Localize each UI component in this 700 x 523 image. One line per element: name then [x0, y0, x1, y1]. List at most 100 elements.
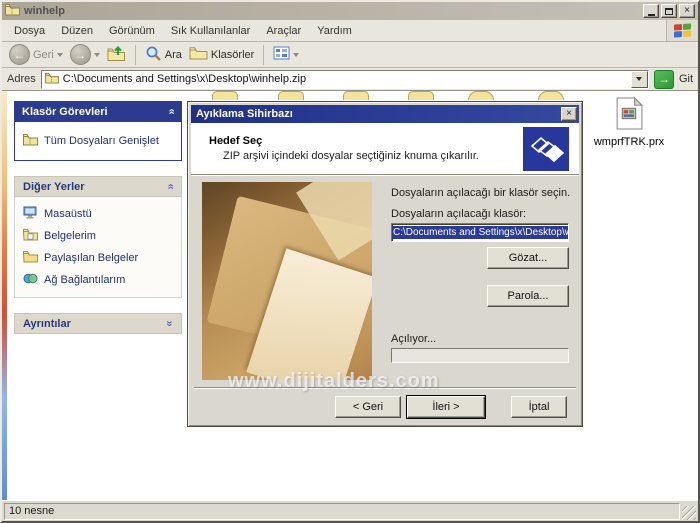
progress-label: Açılıyor... [391, 333, 436, 345]
address-input[interactable]: C:\Documents and Settings\x\Desktop\winh… [41, 70, 649, 89]
back-label: Geri [33, 49, 54, 61]
search-button[interactable]: Ara [143, 45, 184, 65]
menu-sik-kullanilanlar[interactable]: Sık Kullanılanlar [163, 22, 259, 40]
sidebar-item-label: Masaüstü [44, 208, 92, 220]
wizard-folders-icon [523, 127, 569, 171]
panel-folder-tasks: Klasör Görevleri « Tüm Dosyaları Genişle… [14, 101, 182, 161]
hidden-file-icon [468, 91, 494, 100]
go-button[interactable]: → [654, 70, 674, 89]
address-path[interactable]: C:\Documents and Settings\x\Desktop\winh… [63, 73, 627, 85]
decorative-edge-strip [2, 91, 7, 500]
menu-bar: Dosya Düzen Görünüm Sık Kullanılanlar Ar… [2, 20, 698, 42]
panel-header-details[interactable]: Ayrıntılar « [14, 313, 182, 334]
hidden-file-icon [343, 91, 369, 100]
folders-label: Klasörler [211, 49, 254, 61]
folders-icon [189, 46, 208, 63]
destination-field-label: Dosyaların açılacağı klasör: [391, 208, 526, 220]
network-places-icon [23, 272, 38, 288]
toolbar-separator [263, 45, 264, 65]
dialog-buttons: < Geri İleri > İptal [335, 396, 567, 418]
chevron-up-icon[interactable]: « [164, 183, 175, 189]
dialog-titlebar[interactable]: Ayıklama Sihirbazı × [191, 105, 579, 123]
hidden-file-icon [408, 91, 434, 100]
minimize-button[interactable] [643, 4, 659, 18]
dialog-prompt: Dosyaların açılacağı bir klasör seçin. [391, 187, 570, 199]
menu-yardim[interactable]: Yardım [309, 22, 360, 40]
desktop-icon [23, 206, 38, 222]
back-button[interactable]: ← Geri [7, 44, 65, 65]
zip-folder-icon [23, 133, 38, 149]
maximize-button[interactable] [661, 4, 677, 18]
window-controls: × [643, 4, 695, 18]
search-label: Ara [165, 49, 182, 61]
zip-folder-icon [5, 3, 20, 19]
sidebar-item-label: Tüm Dosyaları Genişlet [44, 135, 159, 147]
dialog-title: Ayıklama Sihirbazı [196, 108, 557, 120]
status-bar: 10 nesne [2, 500, 698, 521]
panel-details: Ayrıntılar « [14, 313, 182, 334]
panel-title: Diğer Yerler [23, 181, 85, 193]
hidden-file-icon [212, 91, 238, 100]
sidebar-item-label: Ağ Bağlantılarım [44, 274, 125, 286]
status-text: 10 nesne [4, 503, 680, 520]
close-button[interactable]: × [679, 4, 695, 18]
content-area: Klasör Görevleri « Tüm Dosyaları Genişle… [2, 91, 698, 500]
address-dropdown-button[interactable] [631, 71, 648, 88]
forward-dropdown-icon[interactable] [94, 53, 100, 57]
menu-dosya[interactable]: Dosya [6, 22, 53, 40]
sidebar-item-desktop[interactable]: Masaüstü [21, 203, 175, 225]
sidebar-item-shared-documents[interactable]: Paylaşılan Belgeler [21, 247, 175, 269]
go-label: Git [679, 73, 693, 85]
watermark-text: www.dijitalders.com [228, 370, 440, 393]
progress-bar [391, 348, 569, 363]
zip-folder-icon [45, 72, 59, 87]
explorer-window: winhelp × Dosya Düzen Görünüm Sık Kullan… [0, 0, 700, 523]
up-button[interactable] [105, 45, 128, 65]
search-icon [145, 45, 162, 65]
address-label: Adres [7, 73, 36, 85]
windows-logo [666, 20, 698, 41]
windows-flag-icon [674, 23, 691, 37]
panel-body: Tüm Dosyaları Genişlet [14, 122, 182, 161]
chevron-down-icon[interactable]: « [164, 320, 175, 326]
hidden-file-icon [278, 91, 304, 100]
panel-header-folder-tasks[interactable]: Klasör Görevleri « [14, 101, 182, 122]
views-button[interactable] [271, 46, 301, 63]
resize-grip[interactable] [682, 506, 696, 520]
minimize-icon [648, 14, 655, 16]
file-name: wmprfTRK.prx [594, 136, 664, 148]
task-pane-sidebar: Klasör Görevleri « Tüm Dosyaları Genişle… [14, 101, 182, 349]
selected-path-text: C:\Documents and Settings\x\Desktop\winh… [392, 226, 569, 239]
dialog-close-button[interactable]: × [561, 107, 577, 121]
up-folder-icon [107, 45, 126, 65]
wizard-back-button[interactable]: < Geri [335, 396, 401, 418]
dialog-description: ZIP arşivi içindeki dosyalar seçtiğiniz … [223, 150, 479, 162]
forward-button[interactable]: → [68, 44, 102, 65]
chevron-up-icon[interactable]: « [165, 108, 176, 114]
panel-header-other-places[interactable]: Diğer Yerler « [14, 176, 182, 197]
window-title: winhelp [24, 5, 639, 17]
sidebar-item-extract-all[interactable]: Tüm Dosyaları Genişlet [21, 130, 175, 152]
hidden-file-icon [538, 91, 564, 100]
sidebar-item-my-documents[interactable]: Belgelerim [21, 225, 175, 247]
password-button[interactable]: Parola... [487, 285, 569, 307]
views-dropdown-icon[interactable] [293, 53, 299, 57]
toolbar-separator [135, 45, 136, 65]
back-icon: ← [9, 44, 30, 65]
wizard-next-button[interactable]: İleri > [407, 396, 485, 418]
dialog-heading: Hedef Seç [209, 135, 479, 147]
chevron-down-icon [636, 77, 642, 81]
dialog-header: Hedef Seç ZIP arşivi içindeki dosyalar s… [191, 123, 579, 175]
menu-gorunum[interactable]: Görünüm [101, 22, 163, 40]
menu-araclar[interactable]: Araçlar [258, 22, 309, 40]
back-dropdown-icon[interactable] [57, 53, 63, 57]
panel-other-places: Diğer Yerler « Masaüstü Belgeleri [14, 176, 182, 298]
folders-button[interactable]: Klasörler [187, 46, 256, 63]
file-item-wmprftrk[interactable]: wmprfTRK.prx [586, 97, 672, 148]
destination-input[interactable]: C:\Documents and Settings\x\Desktop\winh… [391, 223, 569, 242]
wizard-cancel-button[interactable]: İptal [511, 396, 567, 418]
sidebar-item-label: Belgelerim [44, 230, 96, 242]
sidebar-item-network-places[interactable]: Ağ Bağlantılarım [21, 269, 175, 291]
browse-button[interactable]: Gözat... [487, 247, 569, 269]
menu-duzen[interactable]: Düzen [53, 22, 101, 40]
